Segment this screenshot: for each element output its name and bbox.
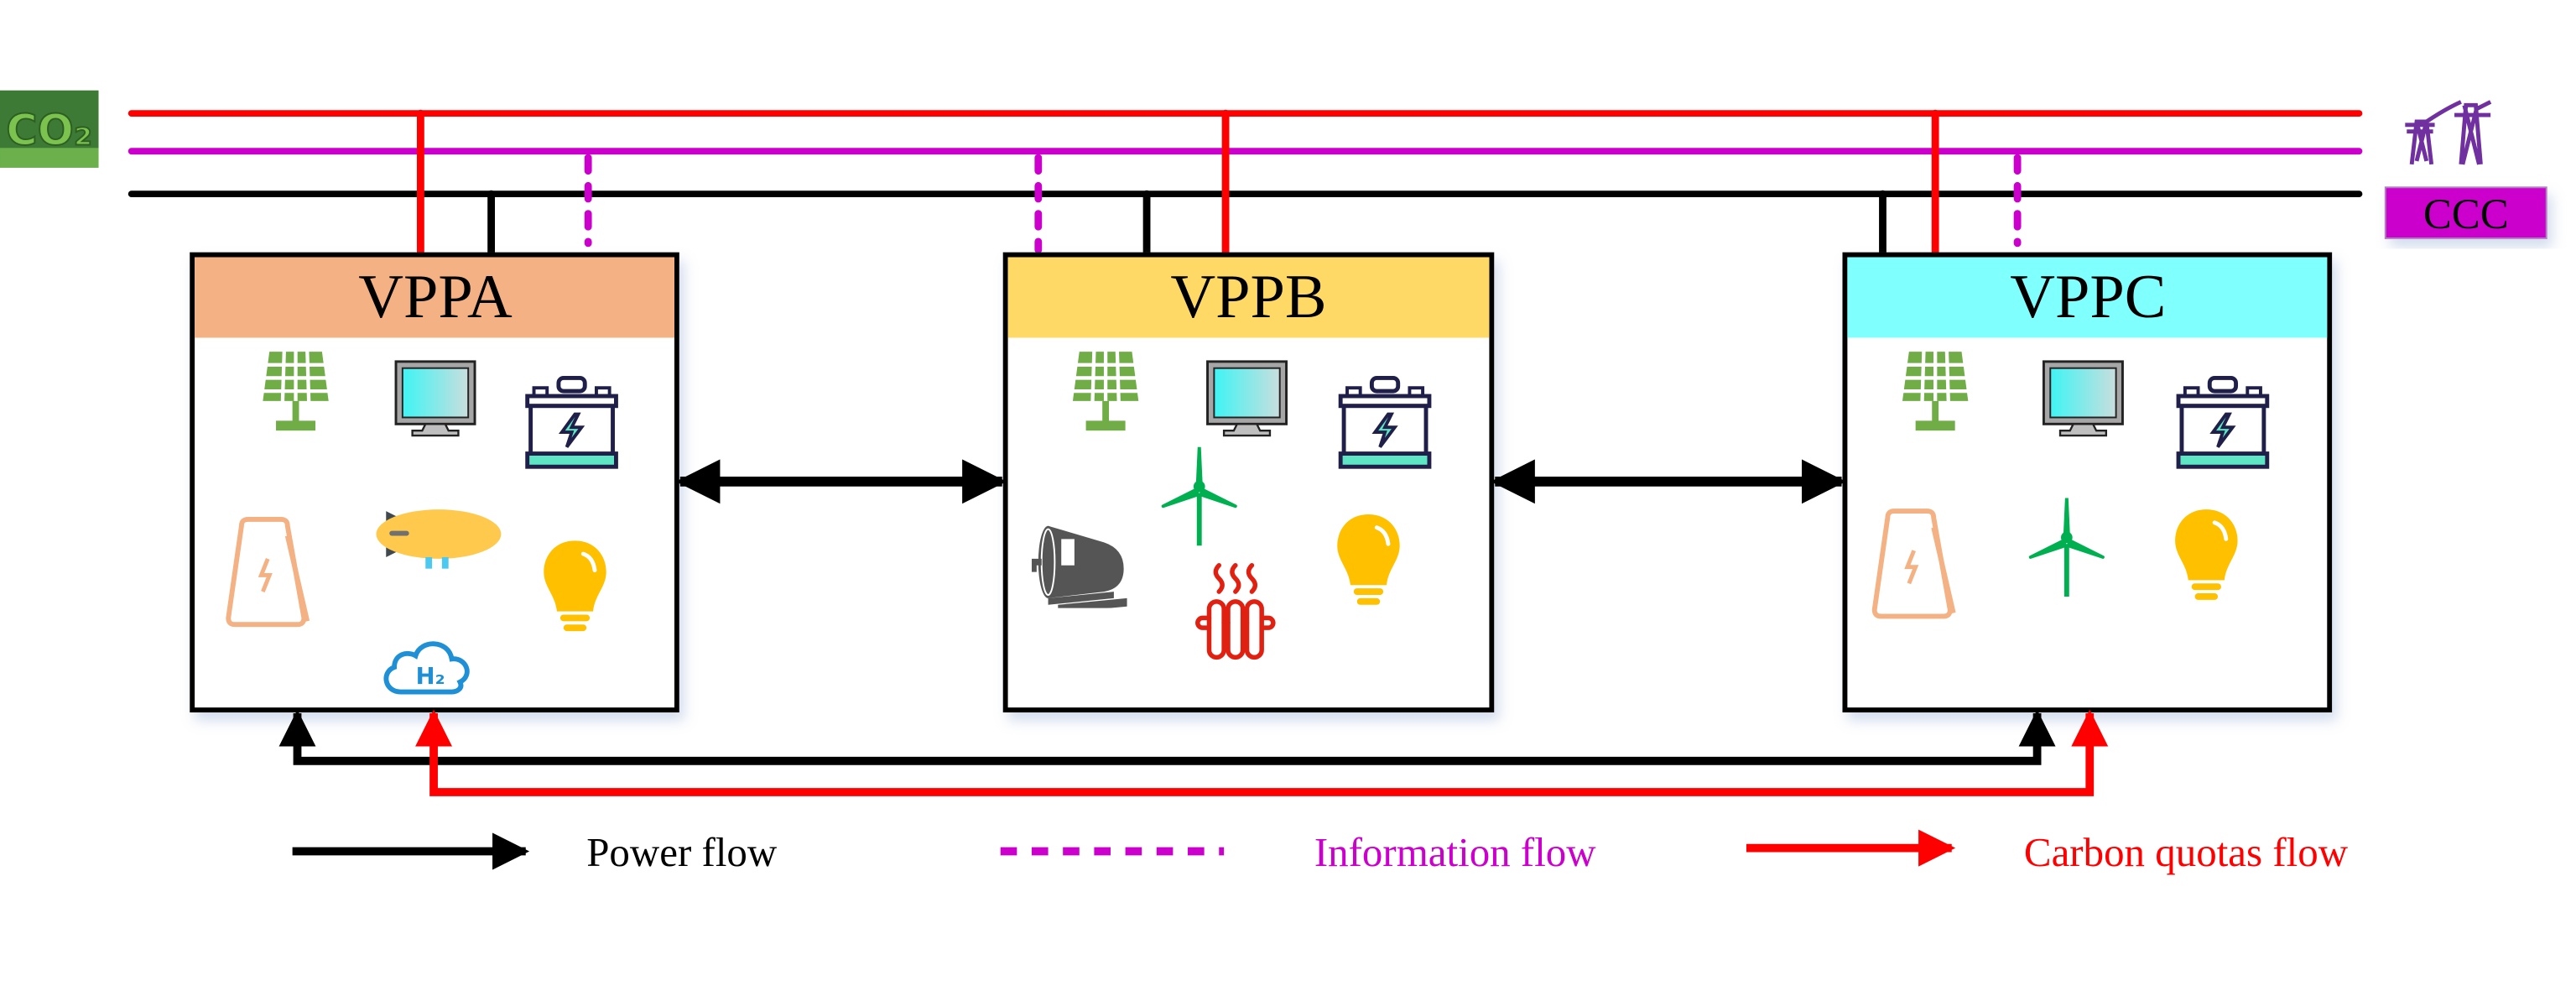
monitor-icon xyxy=(1206,360,1288,437)
vpp-diagram: H₂ xyxy=(0,90,2547,875)
transmission-tower-icon xyxy=(2405,102,2490,164)
legend-power-label: Power flow xyxy=(586,829,778,875)
legend: Power flow Information flow Carbon quota… xyxy=(292,829,2349,875)
monitor-icon xyxy=(394,360,476,437)
monitor-icon xyxy=(2042,360,2124,437)
ccc-label: CCC xyxy=(2423,191,2509,238)
svg-text:CO₂: CO₂ xyxy=(6,106,92,155)
vpp-a-title: VPPA xyxy=(358,263,513,331)
vpp-c-title: VPPC xyxy=(2010,263,2166,331)
bus-connections xyxy=(416,109,2022,258)
carbon-flow-a-c xyxy=(415,709,2109,796)
vpp-c-box: VPPC xyxy=(1842,252,2333,713)
ccc-box: CCC xyxy=(2384,186,2547,239)
legend-carbon-label: Carbon quotas flow xyxy=(2024,829,2349,875)
co2-logo: CO₂ xyxy=(0,90,99,168)
vpp-b-box: VPPB xyxy=(1002,252,1495,713)
power-flow-a-c xyxy=(278,709,2056,765)
vpp-b-title: VPPB xyxy=(1170,263,1326,331)
legend-information-label: Information flow xyxy=(1314,829,1596,875)
vpp-a-box: VPPA xyxy=(190,252,679,713)
